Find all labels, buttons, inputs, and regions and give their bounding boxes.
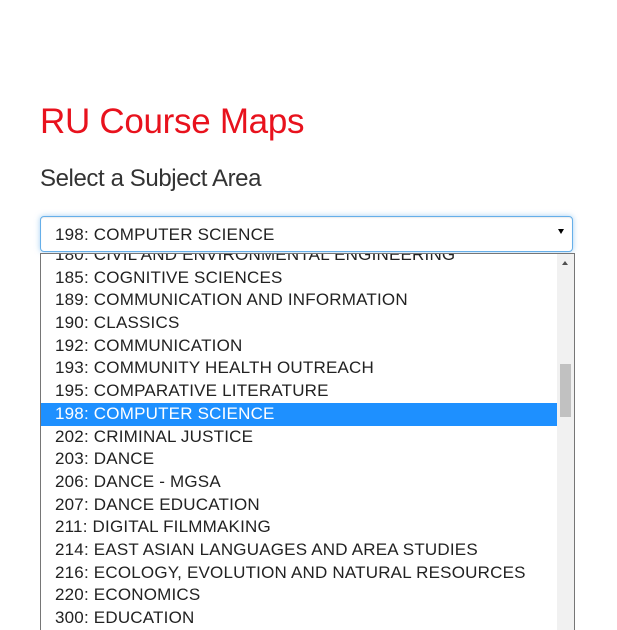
option[interactable]: 192: COMMUNICATION [41, 335, 557, 358]
page-title: RU Course Maps [40, 102, 305, 141]
option[interactable]: 180: CIVIL AND ENVIRONMENTAL ENGINEERING [41, 254, 557, 267]
option[interactable]: 202: CRIMINAL JUSTICE [41, 426, 557, 449]
option[interactable]: 193: COMMUNITY HEALTH OUTREACH [41, 357, 557, 380]
options-list: 180: CIVIL AND ENVIRONMENTAL ENGINEERING… [41, 254, 557, 630]
option[interactable]: 203: DANCE [41, 448, 557, 471]
scrollbar[interactable] [557, 254, 574, 630]
subject-dropdown-list[interactable]: 180: CIVIL AND ENVIRONMENTAL ENGINEERING… [40, 253, 575, 630]
option[interactable]: 189: COMMUNICATION AND INFORMATION [41, 289, 557, 312]
option[interactable]: 216: ECOLOGY, EVOLUTION AND NATURAL RESO… [41, 562, 557, 585]
option[interactable]: 190: CLASSICS [41, 312, 557, 335]
option[interactable]: 214: EAST ASIAN LANGUAGES AND AREA STUDI… [41, 539, 557, 562]
option[interactable]: 300: EDUCATION [41, 607, 557, 630]
dropdown-arrow-icon[interactable] [558, 229, 564, 234]
option[interactable]: 220: ECONOMICS [41, 584, 557, 607]
option[interactable]: 185: COGNITIVE SCIENCES [41, 267, 557, 290]
subject-area-heading: Select a Subject Area [40, 165, 262, 192]
option[interactable]: 211: DIGITAL FILMMAKING [41, 516, 557, 539]
subject-area-select[interactable]: 198: COMPUTER SCIENCE [40, 216, 573, 252]
select-value: 198: COMPUTER SCIENCE [55, 225, 275, 244]
option[interactable]: 207: DANCE EDUCATION [41, 494, 557, 517]
option[interactable]: 195: COMPARATIVE LITERATURE [41, 380, 557, 403]
option-selected[interactable]: 198: COMPUTER SCIENCE [41, 402, 557, 426]
option[interactable]: 206: DANCE - MGSA [41, 471, 557, 494]
scroll-up-arrow-icon[interactable] [562, 261, 568, 265]
scroll-thumb[interactable] [560, 364, 571, 417]
